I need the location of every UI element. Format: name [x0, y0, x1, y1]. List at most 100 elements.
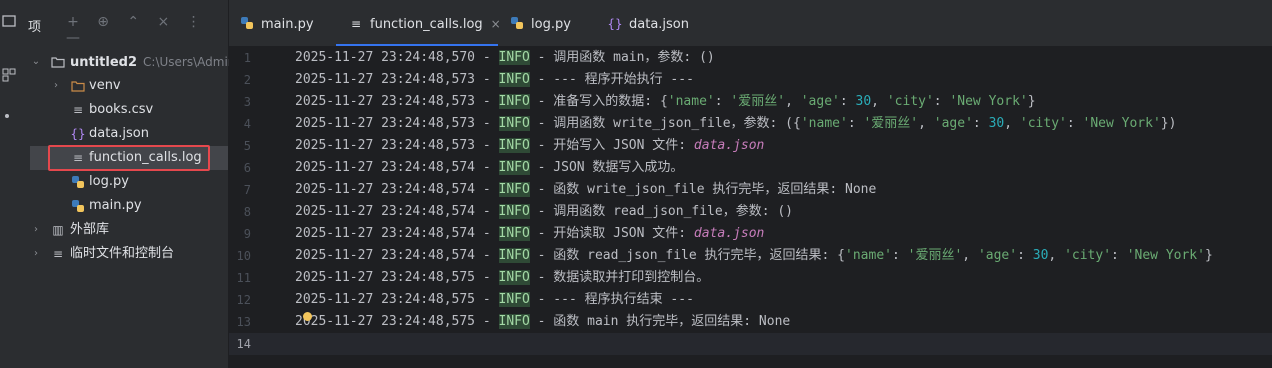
tree-item-books-csv[interactable]: ≡ books.csv	[18, 98, 228, 122]
log-line: 2025-11-27 23:24:48,574 - INFO - 调用函数 re…	[295, 201, 793, 223]
tab-data-json[interactable]: {} data.json	[607, 0, 689, 46]
log-message: 调用函数 main，参数: ()	[553, 50, 715, 65]
tree-item-log-py[interactable]: log.py	[18, 170, 228, 194]
json-file-icon: {}	[70, 127, 86, 141]
locate-icon[interactable]: ⊕	[90, 14, 116, 30]
line-number-gutter: 1 2 3 4 5 6 7 8 9 10 11 12 13 14	[229, 46, 293, 368]
log-level: INFO	[498, 116, 530, 131]
text-file-icon: ≡	[72, 151, 84, 165]
log-level: INFO	[498, 314, 530, 329]
log-timestamp: 2025-11-27 23:24:48,574 -	[295, 182, 499, 197]
project-panel-title[interactable]: 项	[28, 16, 41, 35]
log-level: INFO	[498, 160, 530, 175]
line-number: 3	[243, 95, 251, 109]
log-line: 2025-11-27 23:24:48,574 - INFO - 函数 writ…	[295, 179, 876, 201]
log-timestamp: 2025-11-27 23:24:48,574 -	[295, 226, 499, 241]
tree-item-untitled2[interactable]: ⌄ untitled2 C:\Users\Admin\	[18, 50, 240, 74]
line-number: 11	[236, 271, 251, 285]
line-number: 10	[236, 249, 251, 263]
log-message: 数据读取并打印到控制台。	[553, 270, 710, 285]
log-message: 函数 read_json_file 执行完毕，返回结果: {'name': '爱…	[553, 248, 1213, 263]
line-number: 5	[243, 139, 251, 153]
tree-item-label: 临时文件和控制台	[70, 246, 175, 261]
tree-item-label: books.csv	[89, 102, 154, 117]
more-icon[interactable]	[4, 108, 18, 122]
project-path: C:\Users\Admin\	[143, 55, 240, 69]
log-timestamp: 2025-11-27 23:24:48,575 -	[295, 314, 499, 329]
tree-item-label: log.py	[89, 174, 129, 189]
log-separator: -	[529, 72, 554, 87]
log-message: --- 程序开始执行 ---	[553, 72, 694, 87]
add-icon[interactable]: +	[60, 14, 86, 30]
line-number: 14	[236, 337, 251, 351]
close-icon[interactable]: ×	[491, 17, 501, 31]
lightbulb-icon[interactable]	[303, 312, 312, 321]
log-message: 准备写入的数据: {'name': '爱丽丝', 'age': 30, 'cit…	[553, 94, 1036, 109]
tree-item-external-libraries[interactable]: › ▥ 外部库	[18, 218, 228, 242]
log-message: 开始写入 JSON 文件: data.json	[553, 138, 765, 153]
log-separator: -	[529, 50, 554, 65]
log-line: 2025-11-27 23:24:48,570 - INFO - 调用函数 ma…	[295, 47, 715, 69]
log-timestamp: 2025-11-27 23:24:48,575 -	[295, 270, 499, 285]
tree-item-label: untitled2	[70, 55, 138, 70]
options-icon[interactable]: ⋮	[181, 14, 207, 30]
log-line: 2025-11-27 23:24:48,573 - INFO - --- 程序开…	[295, 69, 694, 91]
log-separator: -	[529, 248, 554, 263]
log-timestamp: 2025-11-27 23:24:48,570 -	[295, 50, 499, 65]
log-level: INFO	[498, 270, 530, 285]
log-message: 函数 main 执行完毕，返回结果: None	[553, 314, 791, 329]
log-timestamp: 2025-11-27 23:24:48,573 -	[295, 138, 499, 153]
tree-item-venv[interactable]: › venv	[18, 74, 228, 98]
json-file-icon: {}	[607, 17, 623, 31]
expand-collapse-icon[interactable]: ⌃	[120, 14, 146, 30]
tree-item-label: function_calls.log	[89, 150, 202, 165]
tool-window-strip	[0, 0, 19, 368]
log-timestamp: 2025-11-27 23:24:48,573 -	[295, 94, 499, 109]
chevron-right-icon[interactable]: ›	[30, 242, 42, 266]
log-separator: -	[529, 116, 554, 131]
tree-item-main-py[interactable]: main.py	[18, 194, 228, 218]
line-number: 7	[243, 183, 251, 197]
log-line: 2025-11-27 23:24:48,575 - INFO - 函数 main…	[295, 311, 790, 333]
chevron-down-icon[interactable]: ⌄	[30, 50, 42, 74]
line-number: 4	[243, 117, 251, 131]
project-icon[interactable]	[2, 14, 16, 28]
log-line: 2025-11-27 23:24:48,573 - INFO - 调用函数 wr…	[295, 113, 1176, 135]
log-separator: -	[529, 292, 554, 307]
log-separator: -	[529, 138, 554, 153]
log-level: INFO	[498, 182, 530, 197]
library-icon: ▥	[52, 223, 64, 237]
log-message: 调用函数 write_json_file，参数: ({'name': '爱丽丝'…	[553, 116, 1177, 131]
line-number: 8	[243, 205, 251, 219]
log-line: 2025-11-27 23:24:48,574 - INFO - 函数 read…	[295, 245, 1213, 267]
log-timestamp: 2025-11-27 23:24:48,574 -	[295, 248, 499, 263]
tree-item-label: 外部库	[70, 222, 110, 237]
log-timestamp: 2025-11-27 23:24:48,574 -	[295, 204, 499, 219]
log-separator: -	[529, 94, 554, 109]
tab-label: data.json	[629, 17, 689, 32]
log-line: 2025-11-27 23:24:48,573 - INFO - 准备写入的数据…	[295, 91, 1036, 113]
log-separator: -	[529, 226, 554, 241]
tree-item-label: main.py	[89, 198, 142, 213]
log-level: INFO	[498, 248, 530, 263]
tree-item-scratches[interactable]: › ≡ 临时文件和控制台	[18, 242, 228, 266]
log-line: 2025-11-27 23:24:48,574 - INFO - 开始读取 JS…	[295, 223, 764, 245]
project-toolbar: + ⊕ ⌃ × ⋮ —	[60, 14, 228, 46]
tab-function-calls-log[interactable]: ≡ function_calls.log ×	[336, 0, 501, 46]
hide-panel-icon[interactable]: —	[60, 30, 86, 46]
line-number: 1	[243, 51, 251, 65]
line-number: 2	[243, 73, 251, 87]
close-panel-icon[interactable]: ×	[150, 14, 176, 30]
log-level: INFO	[498, 138, 530, 153]
tab-log-py[interactable]: log.py	[509, 0, 571, 46]
structure-icon[interactable]	[2, 68, 16, 82]
tree-item-function-calls-log[interactable]: ≡ function_calls.log	[30, 146, 228, 170]
tree-item-data-json[interactable]: {} data.json	[18, 122, 228, 146]
editor[interactable]: 1 2 3 4 5 6 7 8 9 10 11 12 13 14 2025-11-27 23:24:48,…	[229, 46, 1272, 368]
chevron-right-icon[interactable]: ›	[30, 218, 42, 242]
log-level: INFO	[498, 204, 530, 219]
chevron-right-icon[interactable]: ›	[50, 74, 62, 98]
tab-main-py[interactable]: main.py	[239, 0, 314, 46]
log-message: JSON 数据写入成功。	[553, 160, 684, 175]
log-message: 调用函数 read_json_file，参数: ()	[553, 204, 794, 219]
